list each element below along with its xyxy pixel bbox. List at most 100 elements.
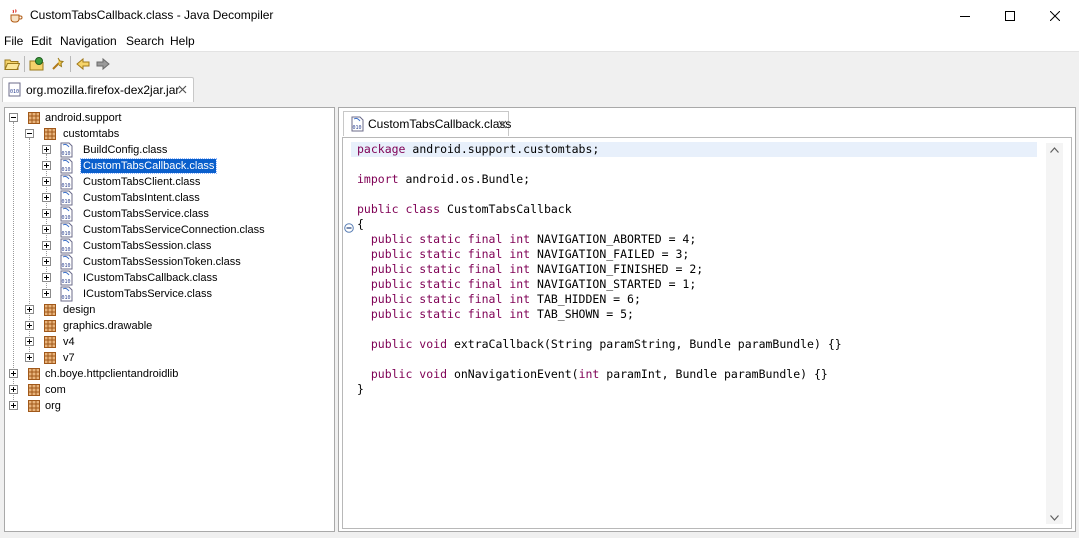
expand-toggle-icon[interactable]	[9, 369, 18, 378]
svg-text:010: 010	[62, 167, 71, 173]
code-editor[interactable]: package android.support.customtabs; impo…	[342, 137, 1072, 529]
tab-jar-file[interactable]: 010 org.mozilla.firefox-dex2jar.jar	[2, 77, 194, 102]
menu-navigation[interactable]: Navigation	[60, 34, 117, 48]
collapse-toggle-icon[interactable]	[9, 113, 18, 122]
open-folder-icon[interactable]	[4, 56, 20, 72]
tree-node[interactable]: 010 CustomTabsService.class	[5, 206, 325, 222]
expand-toggle-icon[interactable]	[25, 353, 34, 362]
minimize-button[interactable]	[942, 0, 988, 31]
package-icon	[44, 336, 56, 348]
tree-node[interactable]: customtabs	[5, 126, 325, 142]
code-keyword: public static final int	[357, 292, 531, 306]
package-icon	[44, 304, 56, 316]
package-icon	[44, 128, 56, 140]
tree-node-label: ICustomTabsCallback.class	[83, 272, 218, 284]
tree-node[interactable]: 010 CustomTabsIntent.class	[5, 190, 325, 206]
close-button[interactable]	[1032, 0, 1078, 31]
package-icon	[28, 384, 40, 396]
svg-text:010: 010	[62, 183, 71, 189]
code-line: }	[357, 382, 364, 397]
expand-toggle-icon[interactable]	[42, 209, 51, 218]
expand-toggle-icon[interactable]	[42, 273, 51, 282]
tree-node[interactable]: ch.boye.httpclientandroidlib	[5, 366, 325, 382]
tab-class-label: CustomTabsCallback.class	[368, 117, 512, 131]
tree-node-label: customtabs	[63, 128, 120, 140]
tree-node[interactable]: 010 CustomTabsSessionToken.class	[5, 254, 325, 270]
tree-node-label: CustomTabsClient.class	[83, 176, 201, 188]
code-line: public static final int NAVIGATION_FAILE…	[357, 247, 690, 262]
search-icon[interactable]	[50, 56, 66, 72]
maximize-button[interactable]	[987, 0, 1033, 31]
title-bar: CustomTabsCallback.class - Java Decompil…	[0, 0, 1079, 31]
expand-toggle-icon[interactable]	[42, 177, 51, 186]
close-icon[interactable]	[498, 120, 507, 129]
jar-file-icon: 010	[8, 82, 21, 97]
collapse-toggle-icon[interactable]	[25, 129, 34, 138]
tree-node[interactable]: 010 BuildConfig.class	[5, 142, 325, 158]
vertical-scrollbar[interactable]	[1046, 143, 1063, 524]
tree-node[interactable]: 010 CustomTabsServiceConnection.class	[5, 222, 325, 238]
expand-toggle-icon[interactable]	[42, 241, 51, 250]
code-keyword: public static final int	[357, 232, 531, 246]
toolbar-separator	[24, 56, 25, 72]
class-file-icon: 010	[60, 142, 73, 158]
code-text: android.os.Bundle;	[398, 172, 531, 186]
tree-node-label: ICustomTabsService.class	[83, 288, 212, 300]
expand-toggle-icon[interactable]	[25, 305, 34, 314]
tree-node[interactable]: 010 CustomTabsSession.class	[5, 238, 325, 254]
tree-node[interactable]: android.support	[5, 110, 325, 126]
expand-toggle-icon[interactable]	[42, 225, 51, 234]
svg-text:010: 010	[62, 247, 71, 253]
expand-toggle-icon[interactable]	[42, 257, 51, 266]
svg-text:010: 010	[62, 279, 71, 285]
tree-node[interactable]: design	[5, 302, 325, 318]
class-file-icon: 010	[60, 190, 73, 206]
tree-node[interactable]: org	[5, 398, 325, 414]
code-text: android.support.customtabs;	[405, 142, 600, 156]
code-line: public static final int TAB_SHOWN = 5;	[357, 307, 634, 322]
code-keyword: public static final int	[357, 307, 531, 321]
source-panel: 010 CustomTabsCallback.class package and…	[338, 107, 1076, 532]
tree-node[interactable]: graphics.drawable	[5, 318, 325, 334]
expand-toggle-icon[interactable]	[42, 193, 51, 202]
code-line: public static final int NAVIGATION_FINIS…	[357, 262, 703, 277]
expand-toggle-icon[interactable]	[9, 385, 18, 394]
scroll-down-icon[interactable]	[1050, 515, 1059, 521]
menu-help[interactable]: Help	[170, 34, 195, 48]
expand-toggle-icon[interactable]	[9, 401, 18, 410]
code-keyword: package	[357, 142, 406, 156]
expand-toggle-icon[interactable]	[42, 145, 51, 154]
class-file-icon: 010	[60, 222, 73, 238]
expand-toggle-icon[interactable]	[42, 289, 51, 298]
tree-node[interactable]: 010 ICustomTabsService.class	[5, 286, 325, 302]
menu-search[interactable]: Search	[126, 34, 164, 48]
tree-node[interactable]: v7	[5, 350, 325, 366]
expand-toggle-icon[interactable]	[25, 337, 34, 346]
menu-edit[interactable]: Edit	[31, 34, 52, 48]
code-text: TAB_HIDDEN = 6;	[530, 292, 641, 306]
tree-node[interactable]: 010 CustomTabsClient.class	[5, 174, 325, 190]
tree-node-label: CustomTabsService.class	[83, 208, 209, 220]
tree-node[interactable]: 010 ICustomTabsCallback.class	[5, 270, 325, 286]
menu-file[interactable]: File	[4, 34, 23, 48]
tree-node-label: android.support	[45, 112, 122, 124]
expand-toggle-icon[interactable]	[42, 161, 51, 170]
tab-class-file[interactable]: 010 CustomTabsCallback.class	[343, 111, 512, 136]
code-line: public static final int NAVIGATION_ABORT…	[357, 232, 696, 247]
back-arrow-icon[interactable]	[75, 56, 91, 72]
scroll-up-icon[interactable]	[1050, 147, 1059, 153]
tree-node[interactable]: v4	[5, 334, 325, 350]
code-keyword: import	[357, 172, 399, 186]
fold-minus-icon[interactable]	[344, 223, 354, 233]
window-title: CustomTabsCallback.class - Java Decompil…	[30, 8, 274, 22]
code-keyword: public void	[357, 367, 448, 381]
open-type-icon[interactable]	[29, 56, 45, 72]
coffee-cup-icon	[10, 9, 23, 23]
tree-node-label: ch.boye.httpclientandroidlib	[45, 368, 179, 380]
tree-node[interactable]: com	[5, 382, 325, 398]
tree-node-selected[interactable]: 010 CustomTabsCallback.class	[5, 158, 325, 174]
class-file-icon: 010	[60, 254, 73, 270]
close-icon[interactable]	[178, 85, 187, 94]
forward-arrow-icon[interactable]	[95, 56, 111, 72]
expand-toggle-icon[interactable]	[25, 321, 34, 330]
